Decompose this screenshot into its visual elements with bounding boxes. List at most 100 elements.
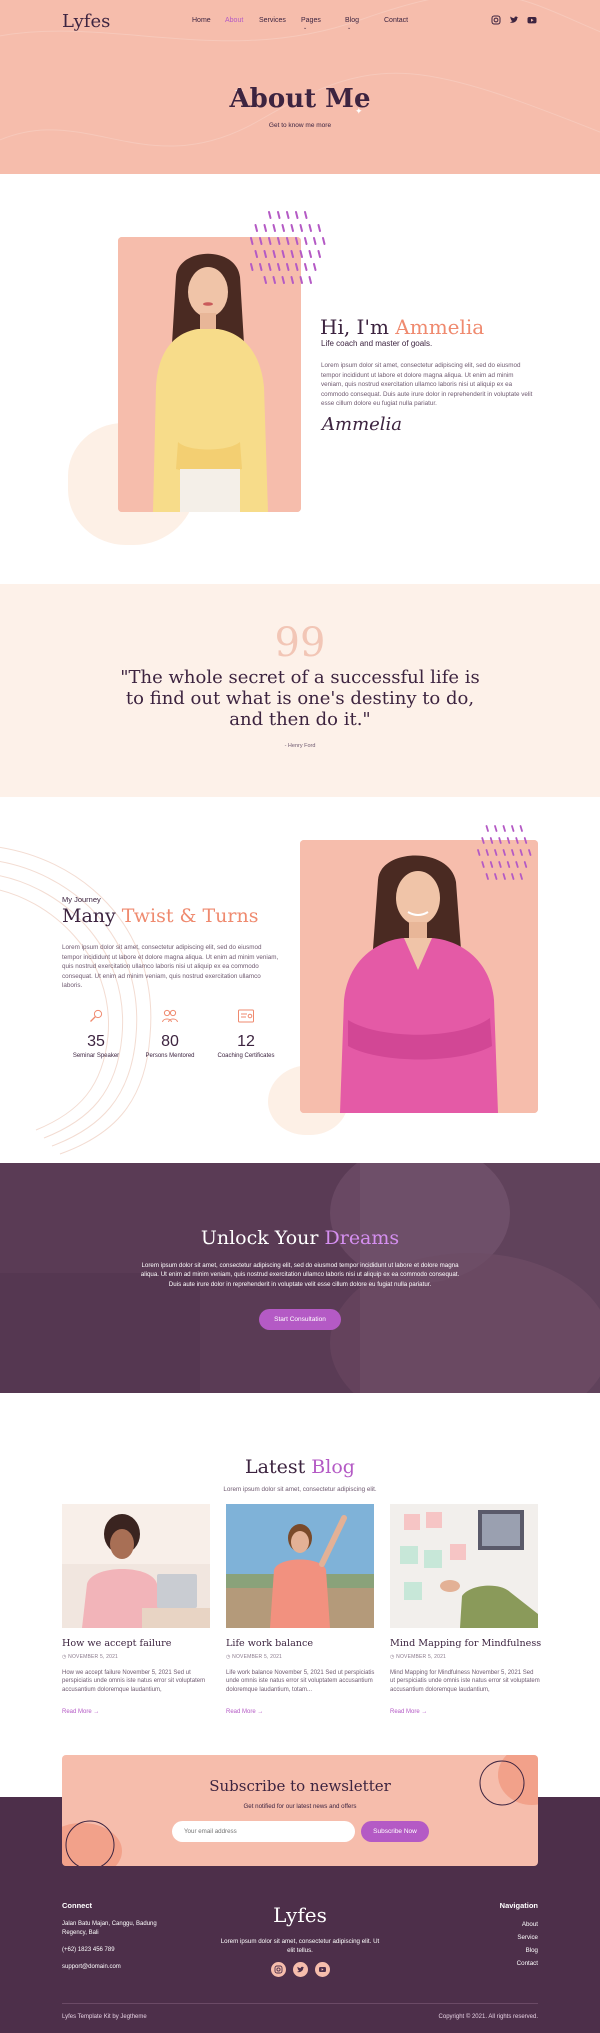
start-consultation-button[interactable]: Start Consultation [259, 1309, 341, 1330]
about-paragraph: Lorem ipsum dolor sit amet, consectetur … [321, 362, 533, 407]
youtube-icon[interactable] [527, 15, 537, 25]
blog-card-image[interactable] [226, 1504, 374, 1628]
stat-value: 12 [237, 1033, 255, 1050]
dreams-title-accent: Dreams [324, 1227, 400, 1249]
certificate-icon [238, 1009, 254, 1023]
about-heading: Hi, I'm Ammelia [320, 315, 484, 339]
footer-link-contact[interactable]: Contact [517, 1960, 538, 1967]
blog-card-date: ◷ NOVEMBER 5, 2021 [62, 1654, 118, 1660]
about-greeting: Hi, I'm [320, 315, 396, 339]
email-field[interactable] [172, 1821, 355, 1842]
footer-credit: Lyfes Template Kit by Jegtheme [62, 2014, 147, 2020]
twitter-icon[interactable] [293, 1962, 308, 1977]
blog-card-excerpt: Mind Mapping for Mindfulness November 5,… [390, 1670, 540, 1693]
sticky-notes-image [390, 1504, 538, 1628]
header-social [491, 15, 537, 25]
footer-link-about[interactable]: About [522, 1921, 538, 1928]
read-more-label: Read More [62, 1709, 92, 1715]
arrow-right-icon: → [91, 1709, 100, 1715]
newsletter-decoration [62, 1755, 538, 1866]
quote-mark-icon: 99 [274, 620, 326, 666]
nav-item-pages-label: Pages [301, 17, 321, 24]
decorative-dash-pattern [250, 211, 326, 284]
about-name: Ammelia [395, 315, 485, 339]
footer-phone[interactable]: (+62) 1823 456 789 [62, 1946, 115, 1955]
blog-subtitle: Lorem ipsum dolor sit amet, consectetur … [223, 1486, 377, 1493]
subscribe-button[interactable]: Subscribe Now [361, 1821, 429, 1842]
blog-card-title[interactable]: Life work balance [226, 1638, 313, 1649]
journey-title-accent: Twist & Turns [121, 905, 259, 927]
quote-text: "The whole secret of a successful life i… [120, 667, 480, 730]
twitter-icon[interactable] [509, 15, 519, 25]
twitter-glyph [297, 1966, 305, 1973]
blog-heading: Latest Blog [0, 1456, 600, 1478]
footer-navigation-heading: Navigation [499, 1901, 538, 1910]
youtube-glyph [319, 1967, 326, 1972]
blog-card-date: ◷ NOVEMBER 5, 2021 [390, 1654, 446, 1660]
stat-seminar: 35 Seminar Speaker [66, 1008, 126, 1059]
newsletter-heading: Subscribe to newsletter [209, 1777, 391, 1795]
date-text: NOVEMBER 5, 2021 [396, 1654, 447, 1660]
footer-about-text: Lorem ipsum dolor sit amet, consectetur … [220, 1938, 380, 1954]
decorative-arcs [0, 846, 152, 1155]
nav-item-blog-label: Blog [345, 17, 360, 24]
page-subtitle: Get to know me more [268, 122, 332, 129]
page-title: About Me [229, 84, 371, 114]
site-logo[interactable]: Lyfes [62, 11, 110, 32]
stat-mentored: 80 Persons Mentored [140, 1008, 200, 1059]
arrow-right-icon: → [419, 1709, 428, 1715]
footer-link-blog[interactable]: Blog [526, 1947, 538, 1954]
blog-title-plain: Latest [245, 1456, 312, 1478]
stat-label: Persons Mentored [145, 1053, 195, 1059]
arrow-right-icon: → [255, 1709, 264, 1715]
woman-outdoor-image [226, 1504, 374, 1628]
newsletter-box [62, 1755, 538, 1866]
read-more-label: Read More [226, 1709, 256, 1715]
nav-item-blog[interactable]: Blog⌄ [345, 17, 359, 31]
stat-value: 35 [87, 1033, 105, 1050]
instagram-icon[interactable] [491, 15, 501, 25]
decorative-dash-pattern [477, 825, 532, 880]
blog-card-excerpt: Life work balance November 5, 2021 Sed u… [226, 1670, 375, 1693]
quote-author: - Henry Ford [284, 743, 316, 749]
people-icon [162, 1009, 178, 1023]
footer-link-service[interactable]: Service [517, 1934, 538, 1941]
dreams-title-plain: Unlock Your [200, 1227, 325, 1249]
stat-certificates: 12 Coaching Certificates [214, 1008, 278, 1059]
blog-card-title[interactable]: Mind Mapping for Mindfulness [390, 1638, 541, 1649]
nav-item-services[interactable]: Services [259, 17, 286, 24]
blog-card-title[interactable]: How we accept failure [62, 1638, 171, 1649]
youtube-icon[interactable] [315, 1962, 330, 1977]
journey-title-plain: Many [62, 905, 122, 927]
journey-paragraph: Lorem ipsum dolor sit amet, consectetur … [62, 944, 279, 989]
instagram-glyph [274, 1965, 283, 1974]
blog-card-date: ◷ NOVEMBER 5, 2021 [226, 1654, 282, 1660]
nav-item-contact[interactable]: Contact [384, 17, 408, 24]
woman-laptop-image [62, 1504, 210, 1628]
chevron-down-icon: ⌄ [303, 25, 308, 31]
consultation-heading: Unlock Your Dreams [0, 1227, 600, 1249]
read-more-label: Read More [390, 1709, 420, 1715]
stat-value: 80 [161, 1033, 179, 1050]
consultation-paragraph: Lorem ipsum dolor sit amet, consectetur … [140, 1262, 460, 1288]
footer-email[interactable]: support@domain.com [62, 1963, 121, 1972]
nav-item-home[interactable]: Home [192, 17, 211, 24]
read-more-link[interactable]: Read More → [226, 1709, 263, 1715]
microphone-icon [90, 1009, 103, 1022]
date-text: NOVEMBER 5, 2021 [68, 1654, 119, 1660]
stat-label: Seminar Speaker [72, 1053, 120, 1059]
read-more-link[interactable]: Read More → [390, 1709, 427, 1715]
instagram-icon[interactable] [271, 1962, 286, 1977]
journey-heading: Many Twist & Turns [62, 905, 259, 927]
newsletter-subtitle: Get notified for our latest news and off… [243, 1803, 357, 1810]
signature: Ammelia [322, 414, 403, 435]
read-more-link[interactable]: Read More → [62, 1709, 99, 1715]
about-tagline: Life coach and master of goals. [321, 339, 433, 348]
blog-card-image[interactable] [62, 1504, 210, 1628]
nav-item-about[interactable]: About [225, 17, 243, 24]
nav-item-pages[interactable]: Pages⌄ [301, 17, 321, 31]
blog-card-excerpt: How we accept failure November 5, 2021 S… [62, 1670, 206, 1693]
date-text: NOVEMBER 5, 2021 [232, 1654, 283, 1660]
footer-divider [62, 2003, 538, 2004]
blog-card-image[interactable] [390, 1504, 538, 1628]
